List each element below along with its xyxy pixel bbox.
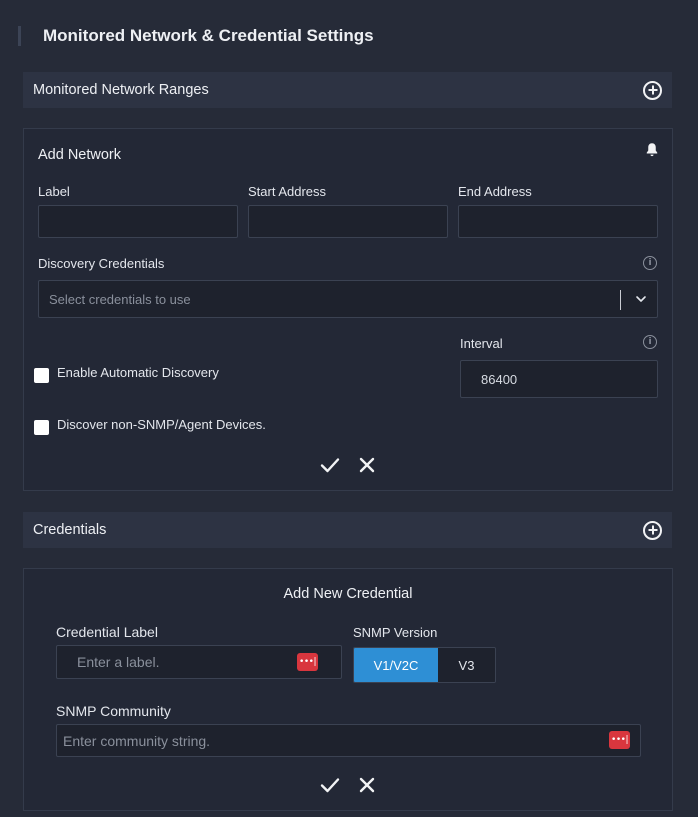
settings-page: Monitored Network & Credential Settings … (0, 0, 698, 817)
snmp-version-toggle: V1/V2C V3 (353, 647, 496, 683)
title-accent-bar (18, 26, 21, 46)
end-address-input[interactable] (458, 205, 658, 238)
monitored-ranges-label: Monitored Network Ranges (33, 82, 209, 98)
page-header: Monitored Network & Credential Settings (18, 24, 374, 48)
credential-label-label: Credential Label (56, 624, 158, 640)
password-manager-icon[interactable]: •••| (297, 653, 318, 671)
snmp-version-v3-button[interactable]: V3 (438, 648, 495, 682)
label-field-label: Label (38, 184, 70, 199)
interval-info-icon[interactable]: i (643, 335, 657, 349)
snmp-version-v1v2c-button[interactable]: V1/V2C (354, 648, 438, 682)
confirm-check-icon[interactable] (320, 455, 340, 475)
monitored-ranges-header[interactable]: Monitored Network Ranges (23, 72, 672, 108)
start-address-label: Start Address (248, 184, 327, 199)
discover-non-snmp-checkbox[interactable] (34, 420, 49, 435)
page-title: Monitored Network & Credential Settings (43, 26, 374, 45)
cancel-close-icon[interactable] (357, 455, 377, 475)
enable-auto-discovery-checkbox[interactable] (34, 368, 49, 383)
discover-non-snmp-label: Discover non-SNMP/Agent Devices. (57, 417, 266, 432)
end-address-label: End Address (458, 184, 532, 199)
snmp-version-label: SNMP Version (353, 625, 438, 640)
snmp-community-label: SNMP Community (56, 703, 171, 719)
add-network-range-plus-icon[interactable] (643, 80, 662, 100)
label-input[interactable] (38, 205, 238, 238)
cancel-close-icon[interactable] (357, 775, 377, 795)
discovery-credentials-label: Discovery Credentials (38, 256, 165, 271)
bell-icon[interactable] (643, 141, 661, 159)
add-network-title: Add Network (38, 147, 122, 163)
add-credential-panel: Add New Credential Credential Label •••|… (23, 568, 673, 811)
enable-auto-discovery-label: Enable Automatic Discovery (57, 365, 219, 380)
discovery-credentials-select[interactable]: Select credentials to use (38, 280, 658, 318)
snmp-community-input[interactable] (56, 724, 641, 757)
discovery-credentials-placeholder: Select credentials to use (49, 291, 191, 307)
start-address-input[interactable] (248, 205, 448, 238)
password-manager-icon[interactable]: •••| (609, 731, 630, 749)
select-divider (620, 290, 621, 310)
add-network-panel: Add Network Label Start Address End Addr… (23, 128, 673, 491)
discovery-credentials-info-icon[interactable]: i (643, 256, 657, 270)
credentials-label: Credentials (33, 522, 107, 538)
interval-input[interactable] (460, 360, 658, 398)
confirm-check-icon[interactable] (320, 775, 340, 795)
add-credential-title: Add New Credential (283, 586, 413, 602)
interval-label: Interval (460, 336, 503, 351)
credentials-header[interactable]: Credentials (23, 512, 672, 548)
chevron-down-icon[interactable] (635, 293, 647, 305)
add-credential-plus-icon[interactable] (643, 520, 662, 540)
